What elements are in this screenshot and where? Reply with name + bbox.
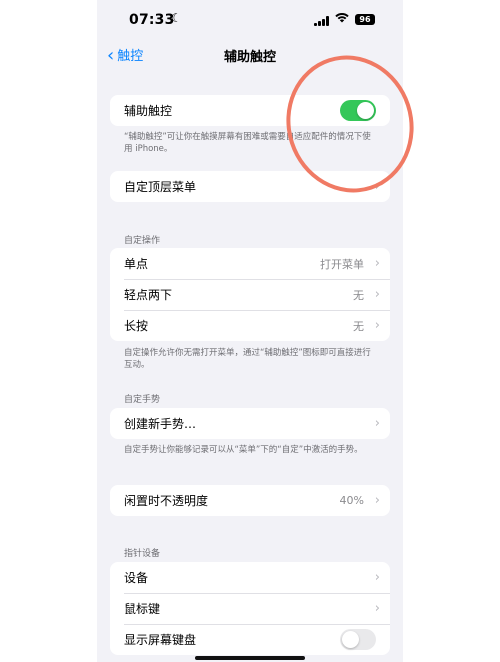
idle-opacity-group: 闲置时不透明度 40% › xyxy=(110,485,390,516)
chevron-right-icon: › xyxy=(374,256,380,271)
mouse-keys-label: 鼠标键 xyxy=(124,602,161,616)
double-tap-value: 无 xyxy=(353,288,364,302)
action-row-single-tap[interactable]: 单点 打开菜单 › xyxy=(110,248,390,279)
long-press-value: 无 xyxy=(353,319,364,333)
status-bar: 07:33 ☾ 96 xyxy=(97,0,403,40)
onscreen-keyboard-toggle[interactable] xyxy=(340,629,376,650)
battery-icon: 96 xyxy=(355,14,375,25)
custom-actions-group: 单点 打开菜单 › 轻点两下 无 › 长按 无 › xyxy=(110,248,390,341)
assistive-touch-label: 辅助触控 xyxy=(124,104,173,118)
custom-actions-footnote: 自定操作允许你无需打开菜单，通过“辅助触控”图标即可直接进行互动。 xyxy=(124,348,371,370)
action-row-long-press[interactable]: 长按 无 › xyxy=(110,310,390,341)
chevron-right-icon: › xyxy=(374,287,380,302)
single-tap-label: 单点 xyxy=(124,257,149,271)
custom-gestures-group: 创建新手势… › xyxy=(110,408,390,439)
pointer-devices-group: 设备 › 鼠标键 › 显示屏幕键盘 xyxy=(110,562,390,655)
custom-gestures-header: 自定手势 xyxy=(124,395,161,405)
chevron-right-icon: › xyxy=(374,493,380,508)
wifi-icon xyxy=(335,12,349,27)
cellular-signal-icon xyxy=(314,16,330,26)
double-tap-label: 轻点两下 xyxy=(124,288,173,302)
onscreen-keyboard-label: 显示屏幕键盘 xyxy=(124,633,197,647)
chevron-right-icon: › xyxy=(374,416,380,431)
status-time: 07:33 xyxy=(129,12,175,28)
create-new-gesture-label: 创建新手势… xyxy=(124,417,197,431)
custom-gestures-footnote: 自定手势让你能够记录可以从“菜单”下的“自定”中激活的手势。 xyxy=(124,445,363,455)
focus-moon-icon: ☾ xyxy=(171,11,182,25)
long-press-label: 长按 xyxy=(124,319,149,333)
home-indicator xyxy=(195,656,305,660)
single-tap-value: 打开菜单 xyxy=(320,257,364,271)
chevron-right-icon: › xyxy=(374,570,380,585)
onscreen-keyboard-row: 显示屏幕键盘 xyxy=(110,624,390,655)
customize-top-menu-label: 自定顶层菜单 xyxy=(124,180,197,194)
pointer-devices-header: 指针设备 xyxy=(124,549,161,559)
chevron-right-icon: › xyxy=(374,318,380,333)
idle-opacity-value: 40% xyxy=(339,494,364,507)
toggle-knob xyxy=(342,631,359,648)
chevron-right-icon: › xyxy=(374,601,380,616)
devices-label: 设备 xyxy=(124,571,149,585)
idle-opacity-label: 闲置时不透明度 xyxy=(124,494,209,508)
idle-opacity-row[interactable]: 闲置时不透明度 40% › xyxy=(110,485,390,516)
devices-row[interactable]: 设备 › xyxy=(110,562,390,593)
mouse-keys-row[interactable]: 鼠标键 › xyxy=(110,593,390,624)
action-row-double-tap[interactable]: 轻点两下 无 › xyxy=(110,279,390,310)
custom-actions-header: 自定操作 xyxy=(124,236,161,246)
create-new-gesture-row[interactable]: 创建新手势… › xyxy=(110,408,390,439)
